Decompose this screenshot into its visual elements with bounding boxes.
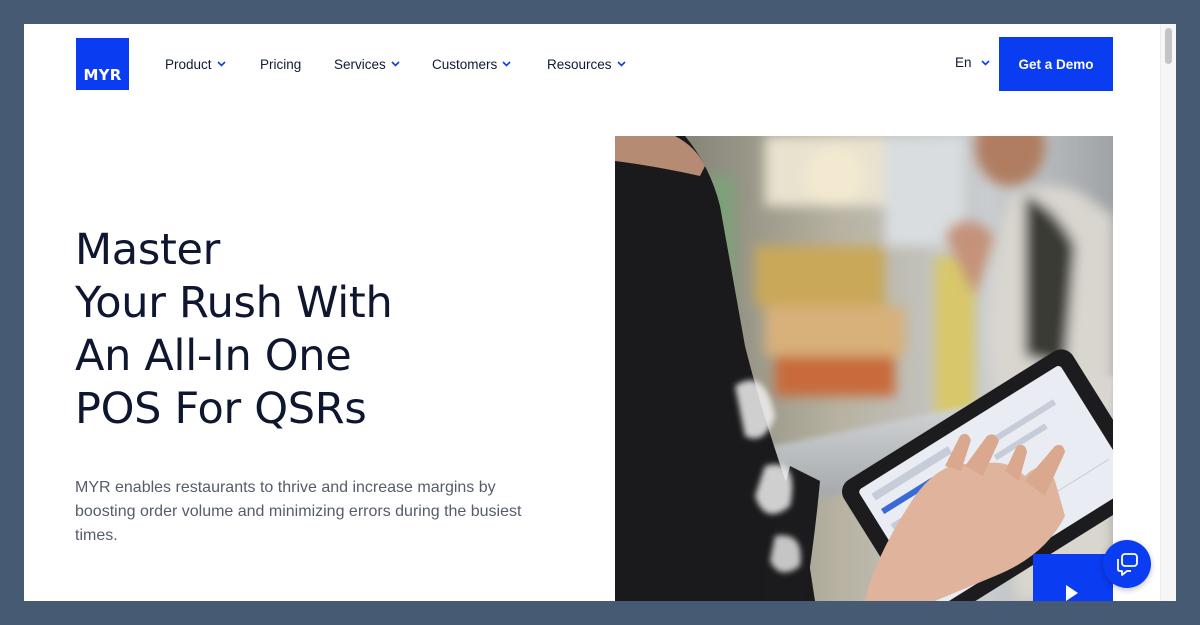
language-selector[interactable]: En <box>955 55 990 70</box>
nav-item-label: Customers <box>432 56 498 72</box>
chevron-down-icon <box>391 61 400 67</box>
play-icon <box>1066 585 1078 601</box>
nav-item-label: Services <box>334 56 386 72</box>
headline-line: POS For QSRs <box>75 384 367 434</box>
nav-item-product[interactable]: Product <box>165 57 260 72</box>
hero-headline: Master Your Rush With An All-In One POS … <box>75 224 595 436</box>
logo-text: MYR <box>83 66 122 84</box>
nav-item-customers[interactable]: Customers <box>432 57 547 72</box>
nav-item-pricing[interactable]: Pricing <box>260 57 334 72</box>
chevron-down-icon <box>616 61 626 67</box>
chevron-down-icon <box>980 59 990 66</box>
page-scrollbar[interactable] <box>1160 24 1176 601</box>
nav-item-label: Resources <box>547 56 612 72</box>
hero-photo-illustration <box>615 136 1113 601</box>
headline-line: Master <box>75 225 221 275</box>
play-video-button[interactable] <box>1033 554 1113 601</box>
headline-line: Your Rush With <box>75 278 393 328</box>
browser-viewport: MYR Product Pricing Services Customers R… <box>24 24 1176 601</box>
nav-item-services[interactable]: Services <box>334 57 432 72</box>
main-nav: Product Pricing Services Customers Resou… <box>165 55 626 73</box>
language-label: En <box>955 55 972 70</box>
chevron-down-icon <box>216 61 226 67</box>
nav-item-label: Product <box>165 56 212 72</box>
nav-item-resources[interactable]: Resources <box>547 57 626 72</box>
hero-photo-restaurant-tablet <box>615 136 1113 601</box>
hero-description: MYR enables restaurants to thrive and in… <box>75 479 522 544</box>
chat-icon <box>1117 553 1138 576</box>
headline-line: An All-In One <box>75 331 352 381</box>
myr-logo[interactable]: MYR <box>76 38 129 90</box>
scrollbar-thumb[interactable] <box>1165 28 1172 64</box>
get-a-demo-button[interactable]: Get a Demo <box>999 37 1113 91</box>
chevron-down-icon <box>502 61 511 67</box>
nav-item-label: Pricing <box>260 56 302 72</box>
chat-widget-button[interactable] <box>1103 540 1151 588</box>
